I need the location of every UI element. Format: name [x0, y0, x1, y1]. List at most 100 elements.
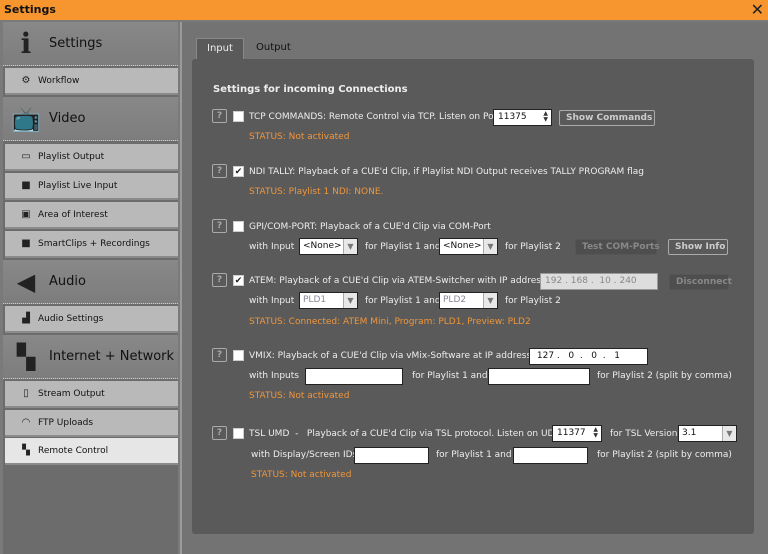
section-label: Video: [49, 111, 86, 126]
test-com-ports-button[interactable]: Test COM-Ports: [575, 239, 660, 255]
title-bar: Settings ✕: [0, 0, 768, 20]
ip-octet: 1: [614, 351, 620, 361]
vmix-status: STATUS: Not activated: [249, 391, 350, 401]
ip-octet: 0: [591, 351, 598, 361]
vmix-checkbox[interactable]: [233, 350, 244, 361]
atem-input1-select[interactable]: PLD1 ▼: [299, 292, 358, 309]
chevron-down-icon: ▼: [722, 426, 736, 441]
chevron-down-icon: ▼: [343, 239, 357, 254]
tcp-checkbox[interactable]: [233, 111, 244, 122]
phone-icon: ▯: [23, 388, 29, 399]
section-heading: Settings for incoming Connections: [213, 84, 408, 95]
gpi-checkbox[interactable]: [233, 221, 244, 232]
vmix-ip-input[interactable]: 127 . 0 . 0 . 1: [529, 348, 648, 365]
sidebar-item-remote-control[interactable]: ▚ Remote Control: [5, 438, 178, 465]
tsl-status: STATUS: Not activated: [251, 470, 352, 480]
help-button[interactable]: ?: [212, 348, 227, 362]
ip-octet: 240: [619, 276, 637, 286]
bars-icon: ▟: [22, 313, 30, 324]
tab-output[interactable]: Output: [246, 38, 301, 59]
atem-label: ATEM: Playback of a CUE'd Clip via ATEM-…: [249, 276, 549, 286]
main-area: Input Output Settings for incoming Conne…: [180, 22, 768, 554]
sidebar-item-area-of-interest[interactable]: ▣ Area of Interest: [5, 202, 178, 229]
help-button[interactable]: ?: [212, 426, 227, 440]
sidebar-item-label: Playlist Live Input: [38, 180, 118, 191]
spinner-icon[interactable]: ▲ ▼: [593, 427, 598, 439]
tsl-port-value: 11377: [557, 428, 586, 438]
for-playlist2-label: for Playlist 2: [505, 296, 561, 306]
for-playlist2-label: for Playlist 2: [505, 242, 561, 252]
ip-octet: 192: [545, 276, 563, 286]
section-audio: ◀ Audio: [3, 260, 178, 304]
for-playlist1-label: for Playlist 1 and: [412, 371, 488, 381]
gpi-with-input-label: with Input: [249, 242, 295, 252]
window-title: Settings: [4, 3, 56, 16]
sidebar-item-playlist-output[interactable]: ▭ Playlist Output: [5, 144, 178, 171]
show-info-button[interactable]: Show Info: [668, 239, 728, 255]
ip-octet: 10: [599, 276, 611, 286]
selected-value: 3.1: [682, 428, 697, 438]
ndi-checkbox[interactable]: ✔: [233, 166, 244, 177]
atem-input2-select[interactable]: PLD2 ▼: [439, 292, 498, 309]
help-button[interactable]: ?: [212, 164, 227, 178]
tcp-label: TCP COMMANDS: Remote Control via TCP. Li…: [249, 112, 504, 122]
atem-checkbox[interactable]: ✔: [233, 275, 244, 286]
chevron-down-icon: ▼: [483, 293, 497, 308]
sidebar-item-audio-settings[interactable]: ▟ Audio Settings: [5, 306, 178, 333]
speaker-icon: ◀: [16, 267, 36, 296]
spinner-icon[interactable]: ▲ ▼: [543, 111, 548, 123]
section-label: Audio: [49, 274, 86, 289]
tsl-with-ids-label: with Display/Screen IDs: [251, 450, 358, 460]
selected-value: PLD2: [443, 295, 467, 305]
ip-octet: 0: [568, 351, 575, 361]
vmix-inputs-playlist1[interactable]: [305, 368, 403, 385]
vmix-inputs-playlist2[interactable]: [488, 368, 590, 385]
vmix-label: VMIX: Playback of a CUE'd Clip via vMix-…: [249, 351, 535, 361]
sidebar-item-stream-output[interactable]: ▯ Stream Output: [5, 381, 178, 408]
chevron-down-icon: ▼: [483, 239, 497, 254]
section-video: 📺 Video: [3, 97, 178, 141]
tsl-port-input[interactable]: 11377 ▲ ▼: [552, 425, 602, 442]
for-playlist1-label: for Playlist 1 and: [365, 296, 441, 306]
sidebar-item-ftp-uploads[interactable]: ◠ FTP Uploads: [5, 410, 178, 437]
tv-icon: 📺: [11, 104, 41, 133]
section-settings: i Settings: [3, 22, 178, 66]
help-button[interactable]: ?: [212, 109, 227, 123]
tab-input[interactable]: Input: [196, 38, 244, 59]
vmix-with-inputs-label: with Inputs: [249, 371, 299, 381]
sidebar: i Settings ⚙ Workflow 📺 Video ▭ Playlist Out…: [3, 22, 178, 554]
gpi-input1-select[interactable]: <None> ▼: [299, 238, 358, 255]
selected-value: <None>: [303, 241, 342, 251]
gpi-input2-select[interactable]: <None> ▼: [439, 238, 498, 255]
atem-ip-input[interactable]: 192 . 168 . 10 . 240: [540, 273, 658, 290]
for-playlist1-label: for Playlist 1 and: [436, 450, 512, 460]
tsl-version-select[interactable]: 3.1 ▼: [678, 425, 737, 442]
show-commands-button[interactable]: Show Commands: [559, 110, 655, 126]
tcp-status: STATUS: Not activated: [249, 132, 350, 142]
settings-panel: Settings for incoming Connections ? TCP …: [192, 59, 754, 534]
sidebar-item-smartclips[interactable]: ■ SmartClips + Recordings: [5, 231, 178, 258]
tsl-ids-playlist2[interactable]: [513, 447, 588, 464]
sidebar-item-label: Playlist Output: [38, 151, 105, 162]
ndi-label: NDI TALLY: Playback of a CUE'd Clip, if …: [249, 167, 644, 177]
disconnect-button[interactable]: Disconnect: [669, 274, 732, 290]
sidebar-item-workflow[interactable]: ⚙ Workflow: [5, 68, 178, 95]
for-playlist1-label: for Playlist 1 and: [365, 242, 441, 252]
section-network: ▚ Internet + Network: [3, 335, 178, 379]
tcp-port-input[interactable]: 11375 ▲ ▼: [493, 109, 552, 126]
sidebar-item-playlist-live-input[interactable]: ■ Playlist Live Input: [5, 173, 178, 200]
gpi-label: GPI/COM-PORT: Playback of a CUE'd Clip v…: [249, 222, 491, 232]
ip-octet: 168: [570, 276, 588, 286]
section-label: Internet + Network: [49, 349, 175, 364]
tsl-label: TSL UMD - Playback of a CUE'd Clip via T…: [249, 429, 581, 439]
help-button[interactable]: ?: [212, 273, 227, 287]
tsl-ids-playlist1[interactable]: [354, 447, 429, 464]
info-icon: i: [20, 27, 32, 60]
help-button[interactable]: ?: [212, 219, 227, 233]
camera-icon: ■: [21, 238, 31, 249]
section-label: Settings: [49, 36, 103, 51]
close-icon[interactable]: ✕: [751, 0, 764, 19]
tsl-checkbox[interactable]: [233, 428, 244, 439]
tcp-port-value: 11375: [498, 112, 527, 122]
sidebar-item-label: Area of Interest: [38, 209, 108, 220]
